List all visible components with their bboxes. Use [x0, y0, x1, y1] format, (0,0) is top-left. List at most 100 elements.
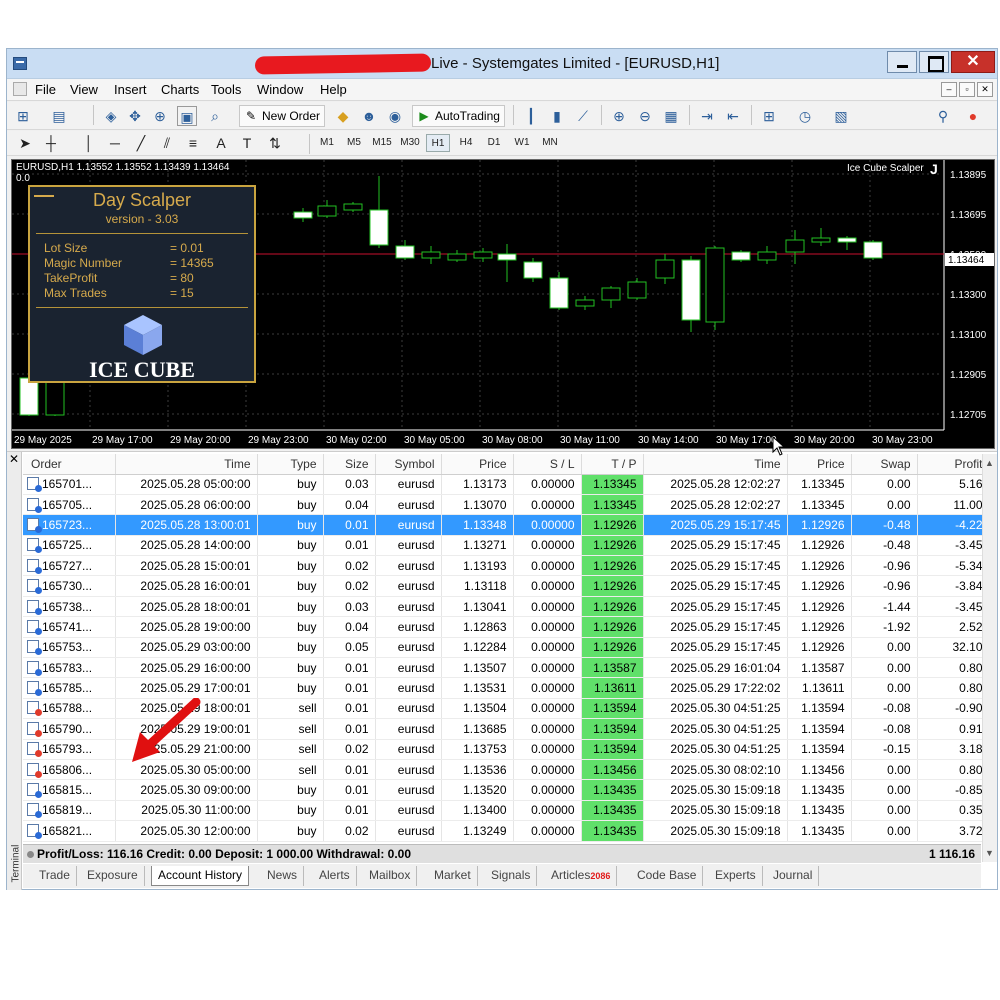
timeframe-m30[interactable]: M30	[398, 134, 422, 152]
cursor-icon[interactable]: ➤	[15, 133, 35, 153]
text-icon[interactable]: A	[211, 133, 231, 153]
tab-account-history[interactable]: Account History	[151, 866, 250, 886]
col-sl[interactable]: S / L	[513, 454, 582, 475]
indicators-icon[interactable]: ⊞	[759, 106, 779, 126]
autotrading-button[interactable]: ▶ AutoTrading	[412, 105, 505, 127]
minimize-button[interactable]	[887, 51, 917, 73]
timeframe-w1[interactable]: W1	[510, 134, 534, 152]
metaeditor-icon[interactable]: ◆	[333, 106, 353, 126]
vertical-line-icon[interactable]: │	[79, 133, 99, 153]
zoom-out-icon[interactable]: ⊖	[635, 106, 655, 126]
strategy-tester-icon[interactable]: ⌕	[205, 106, 225, 126]
market-watch-icon[interactable]: ◈	[101, 106, 121, 126]
mdi-minimize-button[interactable]: –	[941, 82, 957, 97]
tab-market[interactable]: Market	[428, 866, 478, 886]
timeframe-m1[interactable]: M1	[315, 134, 339, 152]
table-row[interactable]: 165705... 2025.05.28 06:00:00 buy 0.04 eurus…	[23, 494, 990, 516]
menu-window[interactable]: Window	[257, 82, 303, 97]
table-row[interactable]: 165753... 2025.05.29 03:00:00 buy 0.05 eurus…	[23, 637, 990, 659]
profiles-icon[interactable]: ▤	[49, 106, 69, 126]
table-row[interactable]: 165785... 2025.05.29 17:00:01 buy 0.01 eurus…	[23, 677, 990, 699]
menu-file[interactable]: File	[35, 82, 56, 97]
col-open-time[interactable]: Time	[115, 454, 258, 475]
tab-journal[interactable]: Journal	[767, 866, 820, 886]
horizontal-line-icon[interactable]: ─	[105, 133, 125, 153]
tab-mailbox[interactable]: Mailbox	[363, 866, 418, 886]
tab-experts[interactable]: Experts	[709, 866, 763, 886]
table-row[interactable]: 165727... 2025.05.28 15:00:01 buy 0.02 eurus…	[23, 555, 990, 577]
col-size[interactable]: Size	[323, 454, 376, 475]
col-open-price[interactable]: Price	[441, 454, 514, 475]
table-row[interactable]: 165701... 2025.05.28 05:00:00 buy 0.03 eurus…	[23, 474, 990, 495]
table-row[interactable]: 165821... 2025.05.30 12:00:00 buy 0.02 eurus…	[23, 820, 990, 842]
text-label-icon[interactable]: T	[237, 133, 257, 153]
table-row[interactable]: 165725... 2025.05.28 14:00:00 buy 0.01 eurus…	[23, 535, 990, 557]
terminal-icon[interactable]: ▣	[177, 106, 197, 126]
new-order-button[interactable]: ✎ New Order	[239, 105, 326, 127]
table-row[interactable]: 165730... 2025.05.28 16:00:01 buy 0.02 eurus…	[23, 575, 990, 597]
table-row[interactable]: 165815... 2025.05.30 09:00:00 buy 0.01 eurus…	[23, 779, 990, 801]
arrows-icon[interactable]: ⇅	[265, 133, 285, 153]
table-row[interactable]: 165741... 2025.05.28 19:00:00 buy 0.04 eurus…	[23, 616, 990, 638]
users-icon[interactable]: ☻	[359, 106, 379, 126]
menu-help[interactable]: Help	[320, 82, 347, 97]
notifications-icon[interactable]: ●	[963, 106, 983, 126]
menu-tools[interactable]: Tools	[211, 82, 241, 97]
close-button[interactable]: ✕	[951, 51, 995, 73]
data-window-icon[interactable]: ⊕	[150, 106, 170, 126]
menu-view[interactable]: View	[70, 82, 98, 97]
col-order[interactable]: Order	[23, 454, 116, 475]
col-close-time[interactable]: Time	[643, 454, 788, 475]
tab-trade[interactable]: Trade	[33, 866, 77, 886]
timeframe-h4[interactable]: H4	[454, 134, 478, 152]
tab-articles[interactable]: Articles2086	[545, 866, 618, 886]
search-icon[interactable]: ⚲	[933, 106, 953, 126]
col-symbol[interactable]: Symbol	[375, 454, 442, 475]
menu-insert[interactable]: Insert	[114, 82, 147, 97]
timeframe-mn[interactable]: MN	[538, 134, 562, 152]
tab-exposure[interactable]: Exposure	[81, 866, 145, 886]
chart-shift-icon[interactable]: ⇤	[723, 106, 743, 126]
timeframe-m5[interactable]: M5	[342, 134, 366, 152]
mdi-close-button[interactable]: ✕	[977, 82, 993, 97]
vertical-scrollbar[interactable]: ▲ ▼	[982, 454, 997, 862]
tab-code-base[interactable]: Code Base	[631, 866, 704, 886]
candlestick-icon[interactable]: ▮	[547, 106, 567, 126]
fibonacci-icon[interactable]: ≡	[183, 133, 203, 153]
table-row[interactable]: 165819... 2025.05.30 11:00:00 buy 0.01 eurus…	[23, 800, 990, 822]
tile-windows-icon[interactable]: ▦	[661, 106, 681, 126]
col-type[interactable]: Type	[257, 454, 324, 475]
table-row[interactable]: 165783... 2025.05.29 16:00:00 buy 0.01 eurus…	[23, 657, 990, 679]
navigator-icon[interactable]: ✥	[125, 106, 145, 126]
tab-alerts[interactable]: Alerts	[313, 866, 357, 886]
terminal-close-icon[interactable]: ✕	[9, 452, 19, 466]
channel-icon[interactable]: ⫽	[157, 133, 177, 153]
line-chart-icon[interactable]: ⟋	[573, 106, 593, 126]
scroll-up-icon[interactable]: ▲	[985, 458, 994, 468]
table-row[interactable]: 165723... 2025.05.28 13:00:01 buy 0.01 eurus…	[23, 514, 990, 536]
trendline-icon[interactable]: ╱	[131, 133, 151, 153]
zoom-in-icon[interactable]: ⊕	[609, 106, 629, 126]
crosshair-icon[interactable]: ┼	[41, 133, 61, 153]
web-icon[interactable]: ◉	[385, 106, 405, 126]
timeframe-d1[interactable]: D1	[482, 134, 506, 152]
menu-charts[interactable]: Charts	[161, 82, 199, 97]
col-close-price[interactable]: Price	[787, 454, 852, 475]
tab-news[interactable]: News	[261, 866, 305, 886]
timeframe-h1[interactable]: H1	[426, 134, 450, 152]
templates-icon[interactable]: ▧	[831, 106, 851, 126]
chart-window-icon[interactable]	[13, 82, 27, 96]
timeframe-m15[interactable]: M15	[370, 134, 394, 152]
col-swap[interactable]: Swap	[851, 454, 918, 475]
col-tp[interactable]: T / P	[581, 454, 644, 475]
mdi-restore-button[interactable]: ▫	[959, 82, 975, 97]
new-chart-icon[interactable]: ⊞	[13, 106, 33, 126]
col-profit[interactable]: Profit	[917, 454, 990, 475]
maximize-button[interactable]	[919, 51, 949, 73]
tab-signals[interactable]: Signals	[485, 866, 538, 886]
periods-icon[interactable]: ◷	[795, 106, 815, 126]
table-row[interactable]: 165738... 2025.05.28 18:00:01 buy 0.03 eurus…	[23, 596, 990, 618]
auto-scroll-icon[interactable]: ⇥	[697, 106, 717, 126]
bar-chart-icon[interactable]: ┃	[521, 106, 541, 126]
scroll-down-icon[interactable]: ▼	[985, 848, 994, 858]
